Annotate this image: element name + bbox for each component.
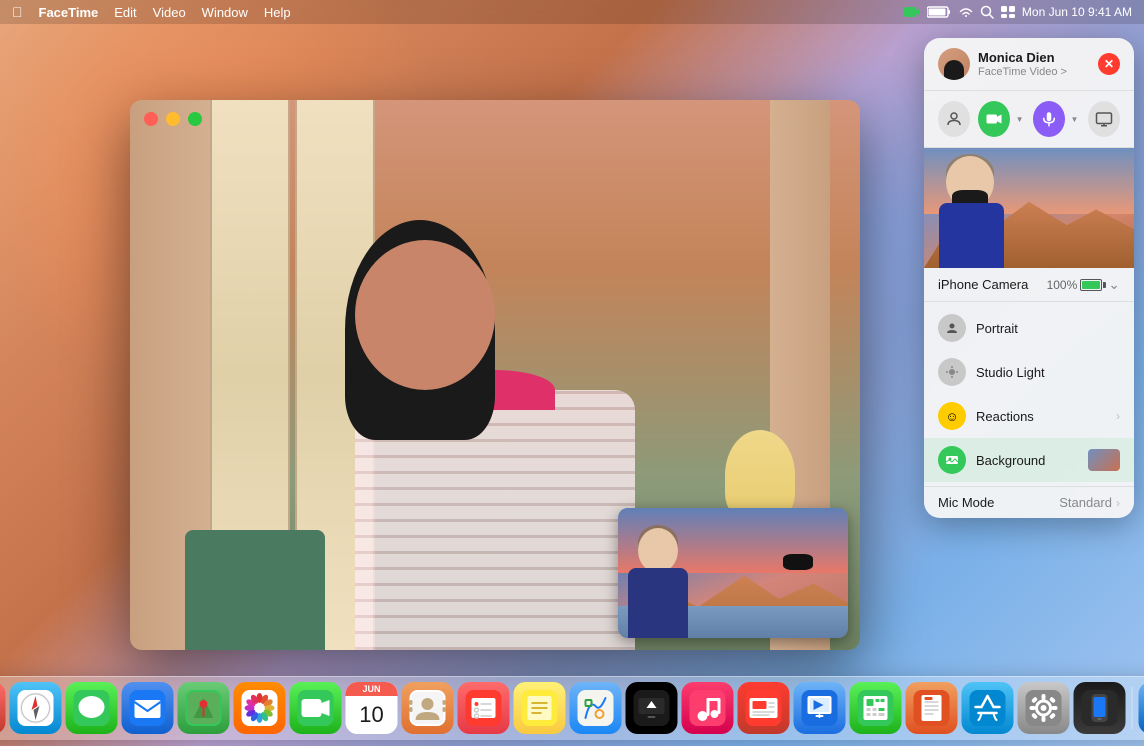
battery-icon xyxy=(927,5,952,19)
dock-appletv[interactable] xyxy=(626,682,678,734)
wifi-icon xyxy=(958,5,974,19)
traffic-lights xyxy=(144,112,202,126)
dock-separator xyxy=(1132,687,1133,729)
window-menu[interactable]: Window xyxy=(202,5,248,20)
panel-close-button[interactable]: ✕ xyxy=(1098,53,1120,75)
close-button[interactable] xyxy=(144,112,158,126)
reactions-chevron: › xyxy=(1116,409,1120,423)
dock-notes[interactable] xyxy=(514,682,566,734)
mic-mode-chevron: › xyxy=(1116,496,1120,510)
background-thumbnail xyxy=(1088,449,1120,471)
camera-label: iPhone Camera xyxy=(938,277,1028,292)
dock-news[interactable] xyxy=(738,682,790,734)
portrait-option[interactable]: Portrait xyxy=(924,306,1134,350)
facetime-menubar-icon xyxy=(903,5,921,19)
studio-light-label: Studio Light xyxy=(976,365,1045,380)
main-video xyxy=(130,100,860,650)
mic-button[interactable] xyxy=(1033,101,1065,137)
mic-dropdown[interactable]: ▼ xyxy=(1069,113,1080,125)
dock-settings[interactable] xyxy=(1018,682,1070,734)
dock-music[interactable] xyxy=(682,682,734,734)
background-label: Background xyxy=(976,453,1045,468)
menu-items-list: Portrait Studio Light xyxy=(924,302,1134,486)
control-center-icon[interactable] xyxy=(1000,5,1016,19)
dock-messages[interactable] xyxy=(66,682,118,734)
search-icon[interactable] xyxy=(980,5,994,19)
dock-mail[interactable] xyxy=(122,682,174,734)
dock-adguard[interactable] xyxy=(1139,682,1144,734)
chair xyxy=(185,530,325,650)
portrait-label: Portrait xyxy=(976,321,1018,336)
app-name[interactable]: FaceTime xyxy=(39,5,99,20)
dock: JUN 10 xyxy=(0,676,1144,740)
portrait-icon xyxy=(938,314,966,342)
effects-button[interactable] xyxy=(938,101,970,137)
camera-expand[interactable]: ⌄ xyxy=(1108,276,1120,293)
edit-menu[interactable]: Edit xyxy=(114,5,136,20)
apple-menu[interactable]:  xyxy=(12,4,23,20)
video-dropdown[interactable]: ▼ xyxy=(1014,113,1025,125)
maximize-button[interactable] xyxy=(188,112,202,126)
minimize-button[interactable] xyxy=(166,112,180,126)
calendar-date: 10 xyxy=(346,696,398,734)
dock-numbers[interactable] xyxy=(850,682,902,734)
avatar xyxy=(938,48,970,80)
facetime-window xyxy=(130,100,860,650)
calendar-month: JUN xyxy=(346,682,398,696)
dock-freeform[interactable] xyxy=(570,682,622,734)
dock-iphone-mirroring[interactable] xyxy=(1074,682,1126,734)
dock-facetime[interactable] xyxy=(290,682,342,734)
menu-time: Mon Jun 10 9:41 AM xyxy=(1022,5,1132,19)
dock-launchpad[interactable] xyxy=(0,682,6,734)
reactions-icon: ☺ xyxy=(938,402,966,430)
dock-photos[interactable] xyxy=(234,682,286,734)
studio-light-option[interactable]: Studio Light xyxy=(924,350,1134,394)
background-option[interactable]: Background xyxy=(924,438,1134,482)
contact-subtitle: FaceTime Video > xyxy=(978,66,1067,78)
help-menu[interactable]: Help xyxy=(264,5,291,20)
panel-header: Monica Dien FaceTime Video > ✕ xyxy=(924,38,1134,91)
dock-maps[interactable] xyxy=(178,682,230,734)
video-preview xyxy=(924,148,1134,268)
dock-keynote[interactable] xyxy=(794,682,846,734)
dock-calendar[interactable]: JUN 10 xyxy=(346,682,398,734)
reactions-label: Reactions xyxy=(976,409,1034,424)
studio-light-icon xyxy=(938,358,966,386)
reactions-option[interactable]: ☺ Reactions › xyxy=(924,394,1134,438)
dock-reminders[interactable] xyxy=(458,682,510,734)
screen-share-button[interactable] xyxy=(1088,101,1120,137)
dock-appstore[interactable] xyxy=(962,682,1014,734)
battery-info: 100% xyxy=(1047,278,1103,292)
battery-percent: 100% xyxy=(1047,278,1078,292)
mic-mode-label: Mic Mode xyxy=(938,495,994,510)
video-menu[interactable]: Video xyxy=(153,5,186,20)
video-button[interactable] xyxy=(978,101,1010,137)
dock-pages[interactable] xyxy=(906,682,958,734)
background-icon xyxy=(938,446,966,474)
dock-safari[interactable] xyxy=(10,682,62,734)
contact-name: Monica Dien xyxy=(978,50,1067,66)
dock-contacts[interactable] xyxy=(402,682,454,734)
mic-mode-value: Standard xyxy=(1059,495,1112,510)
camera-row: iPhone Camera 100% ⌄ xyxy=(924,268,1134,302)
control-panel: Monica Dien FaceTime Video > ✕ ▼ xyxy=(924,38,1134,518)
mic-mode-row[interactable]: Mic Mode Standard › xyxy=(924,486,1134,518)
self-view-thumbnail[interactable] xyxy=(618,508,848,638)
menu-bar:  FaceTime Edit Video Window Help xyxy=(0,0,1144,24)
control-buttons-row: ▼ ▼ xyxy=(924,91,1134,148)
